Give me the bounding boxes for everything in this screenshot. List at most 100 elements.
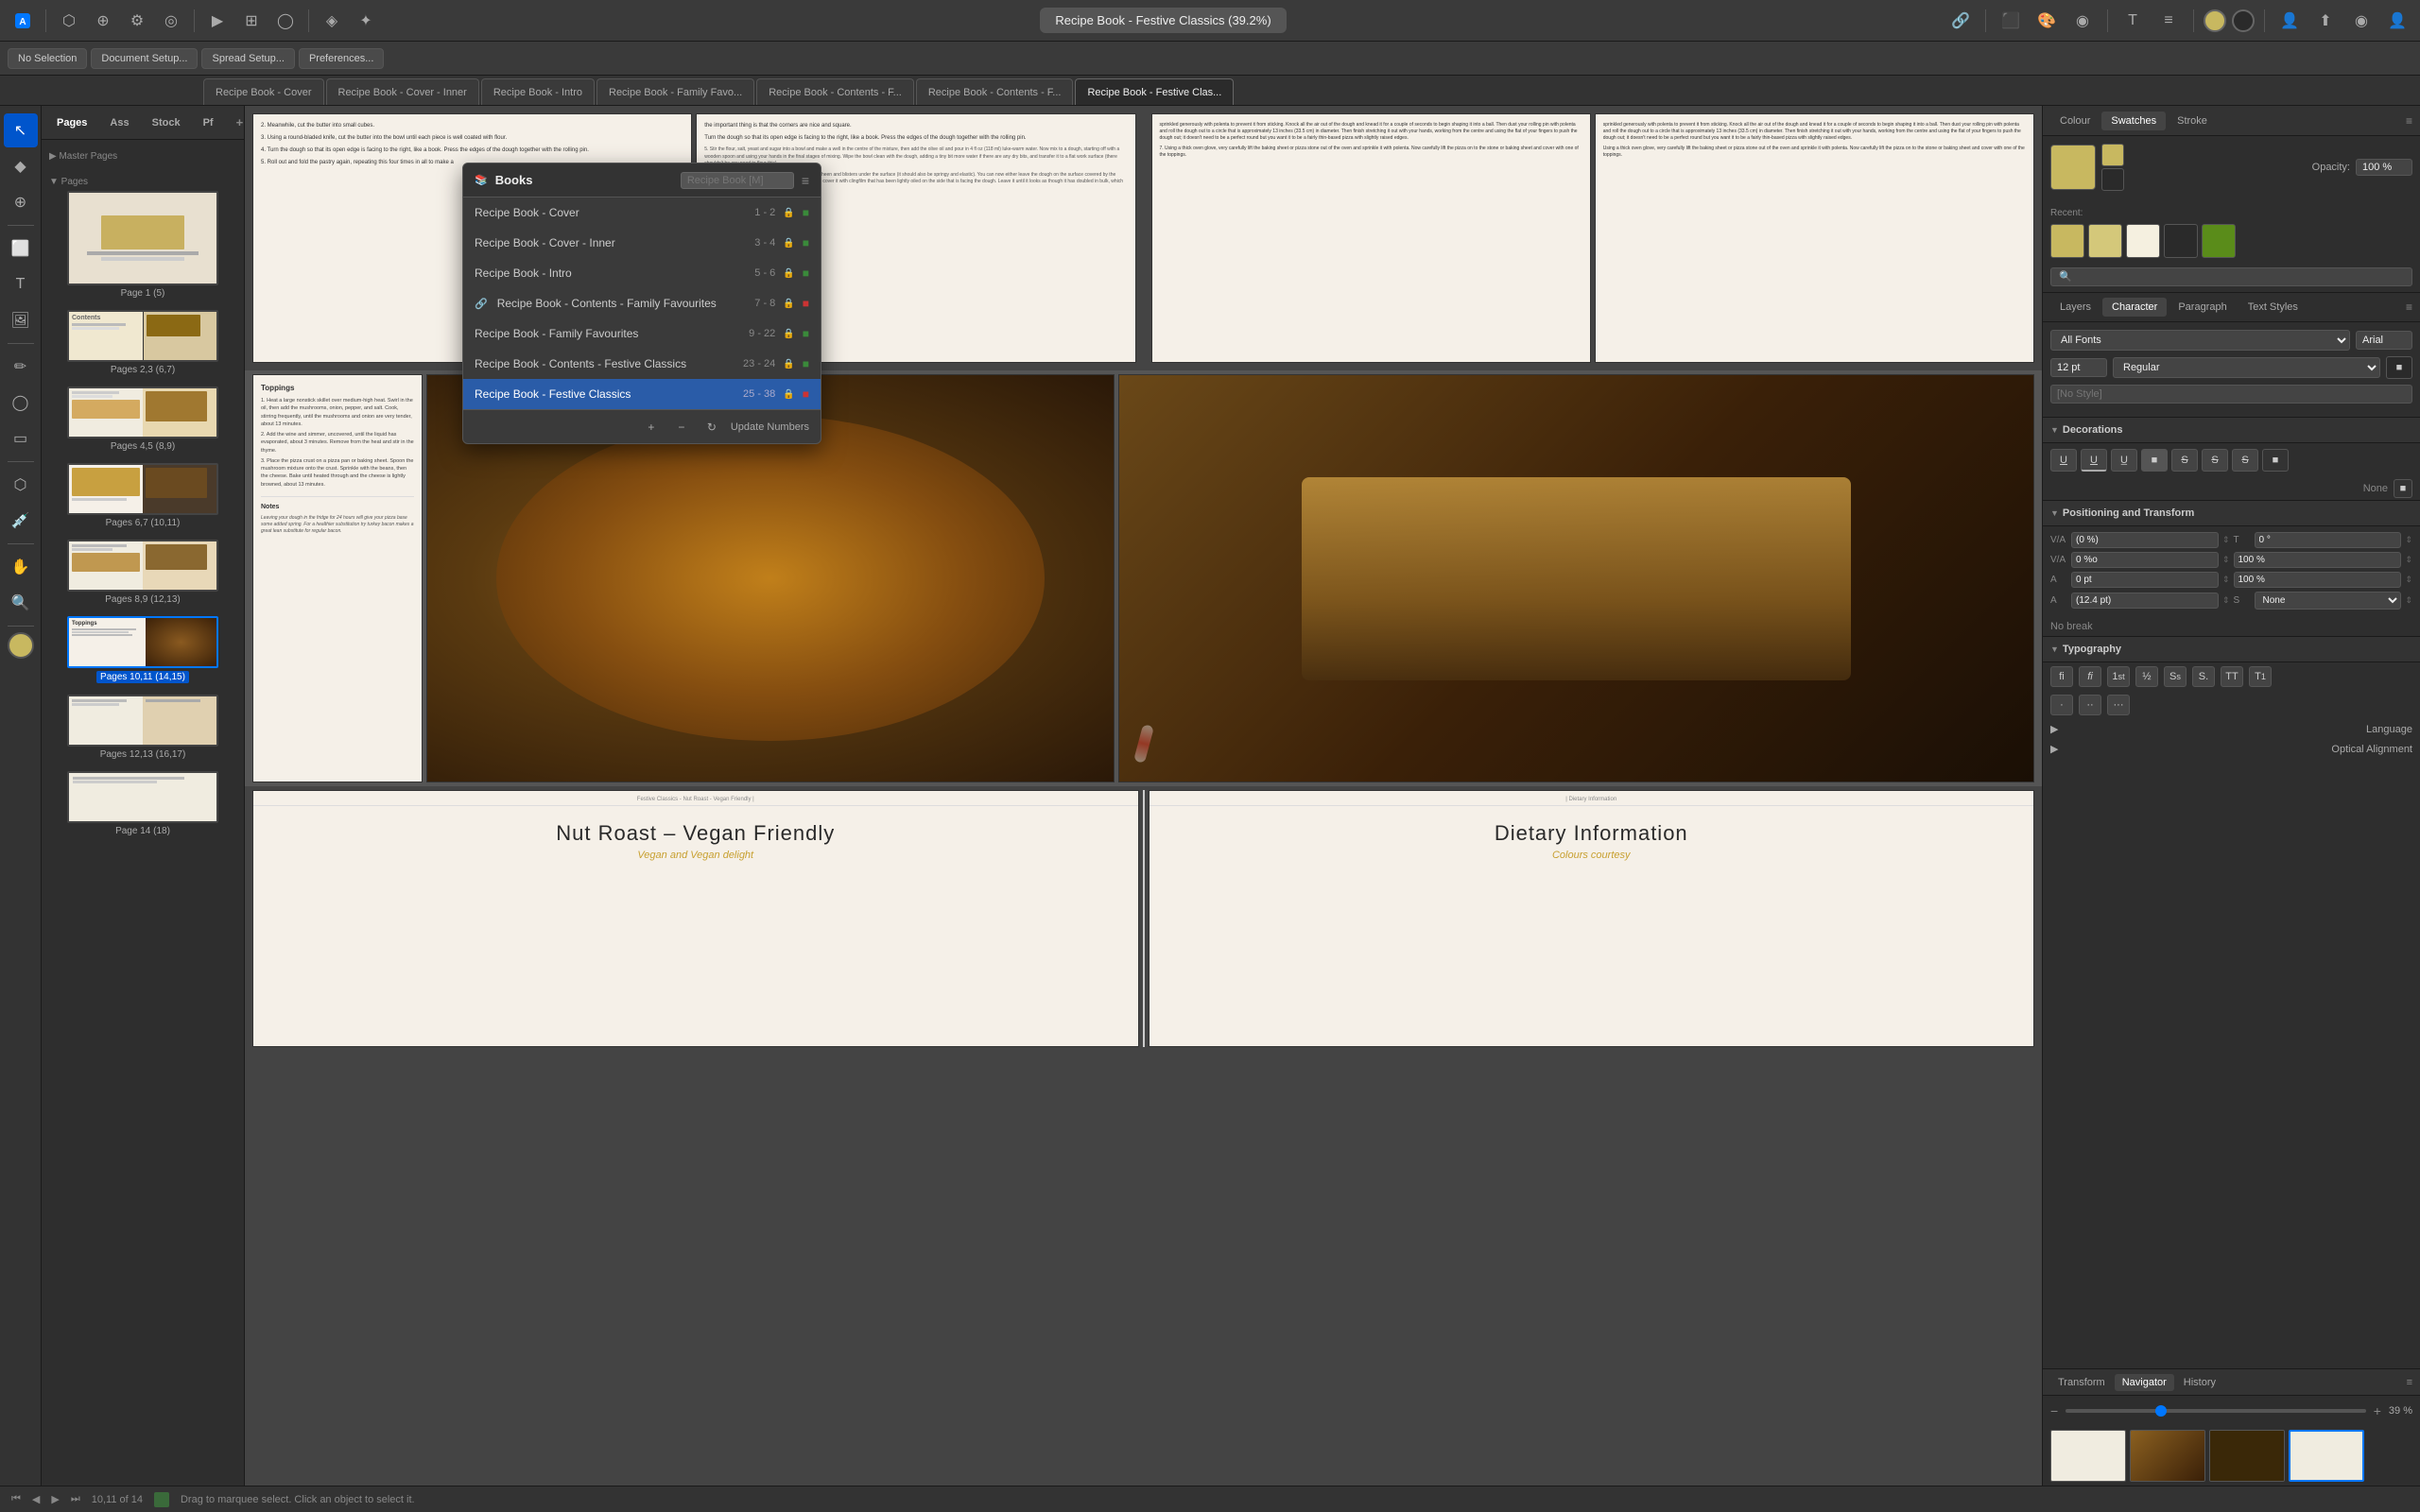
link-icon[interactable]: 🔗 (1945, 6, 1976, 36)
optical-alignment-row[interactable]: ▶ Optical Alignment (2043, 739, 2420, 759)
page-thumb-6[interactable]: Toppings (67, 616, 218, 668)
strikethrough2-btn[interactable]: S (2202, 449, 2228, 472)
none-color-btn[interactable]: ■ (2394, 479, 2412, 498)
pages-label[interactable]: ▼ Pages (49, 173, 236, 191)
dropdown-item-contents-fav[interactable]: 🔗 Recipe Book - Contents - Family Favour… (463, 288, 821, 318)
pointer-icon[interactable]: ▶ (202, 6, 233, 36)
paragraph-tab[interactable]: Paragraph (2169, 298, 2236, 317)
typo-dot2-btn[interactable]: ·· (2079, 695, 2101, 715)
history-tab[interactable]: History (2176, 1374, 2223, 1391)
app-logo-icon[interactable]: A (8, 6, 38, 36)
update-numbers-btn[interactable]: Update Numbers (731, 421, 809, 433)
decorations-header[interactable]: ▼ Decorations (2043, 417, 2420, 443)
strikethrough3-btn[interactable]: S (2232, 449, 2258, 472)
typography-header[interactable]: ▼ Typography (2043, 636, 2420, 662)
thumb-4[interactable] (2289, 1430, 2364, 1482)
va2-stepper[interactable]: ⇕ (2222, 555, 2230, 565)
tab-family-fav[interactable]: Recipe Book - Family Favo... (596, 78, 754, 105)
leading-stepper[interactable]: ⇕ (2222, 595, 2230, 606)
swatch-cream[interactable] (2126, 224, 2160, 258)
color-btn[interactable]: ■ (2386, 356, 2412, 379)
page-thumb-5[interactable] (67, 540, 218, 592)
tab-festive[interactable]: Recipe Book - Festive Clas... (1075, 78, 1234, 105)
node-tool[interactable]: ◆ (4, 149, 38, 183)
layers-tab[interactable]: Layers (2050, 298, 2100, 317)
character-tab[interactable]: Character (2102, 298, 2167, 317)
swatch-black[interactable] (2164, 224, 2198, 258)
font-style-select[interactable]: Regular Bold Italic (2113, 357, 2380, 378)
colour-tab[interactable]: Colour (2050, 112, 2100, 130)
underline2-btn[interactable]: U (2081, 449, 2107, 472)
nav-first-icon[interactable]: ⏮ (11, 1493, 21, 1505)
status-indicator[interactable] (154, 1492, 169, 1507)
va2-input[interactable] (2071, 552, 2219, 568)
document-setup-btn[interactable]: Document Setup... (91, 48, 198, 69)
underline-btn[interactable]: U (2050, 449, 2077, 472)
tab-contents-f1[interactable]: Recipe Book - Contents - F... (756, 78, 914, 105)
small-swatch-2[interactable] (2101, 168, 2124, 191)
pages-tab[interactable]: Pages (49, 113, 95, 132)
typo-sup-btn[interactable]: Ss (2164, 666, 2187, 687)
rect-tool[interactable]: ▭ (4, 421, 38, 455)
thumb-2[interactable] (2130, 1430, 2205, 1482)
typo-dot1-btn[interactable]: · (2050, 695, 2073, 715)
transform-tab[interactable]: Transform (2050, 1374, 2113, 1391)
books-search-input[interactable] (681, 172, 794, 189)
page-thumb-3[interactable] (67, 387, 218, 438)
typo-ffi-btn[interactable]: ﬁ (2079, 666, 2101, 687)
zoom-minus-icon[interactable]: − (2050, 1403, 2058, 1418)
shear-select[interactable]: None (2255, 592, 2402, 610)
font-name-input[interactable] (2356, 331, 2412, 350)
char-panel-options-icon[interactable]: ≡ (2406, 301, 2412, 314)
select-tool-icon[interactable]: ⬡ (54, 6, 84, 36)
select-tool[interactable]: ↖ (4, 113, 38, 147)
page-thumb-4[interactable] (67, 463, 218, 515)
panel-options-icon[interactable]: ≡ (2406, 114, 2412, 128)
nav-last-icon[interactable]: ⏭ (71, 1493, 80, 1505)
dropdown-item-festive[interactable]: Recipe Book - Festive Classics 25 - 38 🔒… (463, 379, 821, 409)
move-tool-icon[interactable]: ⊕ (88, 6, 118, 36)
brush-icon[interactable]: ◉ (2067, 6, 2098, 36)
dropdown-menu-icon[interactable]: ≡ (802, 173, 809, 188)
add-page-icon[interactable]: + (236, 115, 244, 129)
canvas-area[interactable]: 2. Meanwhile, cut the butter into small … (245, 106, 2042, 1486)
swatch-gold[interactable] (2050, 224, 2084, 258)
nav-play-icon[interactable]: ▶ (51, 1493, 59, 1505)
format-icon[interactable]: ≡ (2153, 6, 2184, 36)
pen-tool[interactable]: ✏ (4, 350, 38, 384)
typo-tt-btn[interactable]: TT (2221, 666, 2243, 687)
master-pages-label[interactable]: ▶ Master Pages (49, 147, 236, 165)
eyedropper-tool[interactable]: 💉 (4, 504, 38, 538)
align-icon[interactable]: ⬛ (1996, 6, 2026, 36)
zoom-tool[interactable]: ⊕ (4, 185, 38, 219)
navigator-tab[interactable]: Navigator (2115, 1374, 2174, 1391)
typo-dot3-btn[interactable]: ··· (2107, 695, 2130, 715)
nav-prev-icon[interactable]: ◀ (32, 1493, 40, 1505)
swatches-search-input[interactable] (2050, 267, 2412, 286)
tab-cover[interactable]: Recipe Book - Cover (203, 78, 324, 105)
no-selection-btn[interactable]: No Selection (8, 48, 87, 69)
swatches-tab[interactable]: Swatches (2101, 112, 2166, 130)
stock-tab[interactable]: Stock (145, 113, 188, 132)
font-family-select[interactable]: All Fonts (2050, 330, 2350, 351)
offset-stepper[interactable]: ⇕ (2222, 575, 2230, 585)
spread-setup-btn[interactable]: Spread Setup... (201, 48, 294, 69)
tab-cover-inner[interactable]: Recipe Book - Cover - Inner (326, 78, 479, 105)
scale2-input[interactable] (2234, 572, 2402, 588)
stroke-tab[interactable]: Stroke (2168, 112, 2217, 130)
ass-tab[interactable]: Ass (102, 113, 136, 132)
scale2-stepper[interactable]: ⇕ (2405, 575, 2412, 585)
font-size-input[interactable] (2050, 358, 2107, 377)
typo-half-btn[interactable]: ½ (2135, 666, 2158, 687)
angle-stepper[interactable]: ⇕ (2405, 535, 2412, 545)
small-swatch-1[interactable] (2101, 144, 2124, 166)
scale1-stepper[interactable]: ⇕ (2405, 555, 2412, 565)
style-input[interactable] (2050, 385, 2412, 404)
thumb-1[interactable] (2050, 1430, 2126, 1482)
typo-ss-btn[interactable]: S. (2192, 666, 2215, 687)
plus-icon[interactable]: ✦ (351, 6, 381, 36)
circle-tool-icon[interactable]: ◯ (270, 6, 301, 36)
color-picker-icon[interactable]: 🎨 (2031, 6, 2062, 36)
tab-intro[interactable]: Recipe Book - Intro (481, 78, 595, 105)
dropdown-item-intro[interactable]: Recipe Book - Intro 5 - 6 🔒 ■ (463, 258, 821, 288)
